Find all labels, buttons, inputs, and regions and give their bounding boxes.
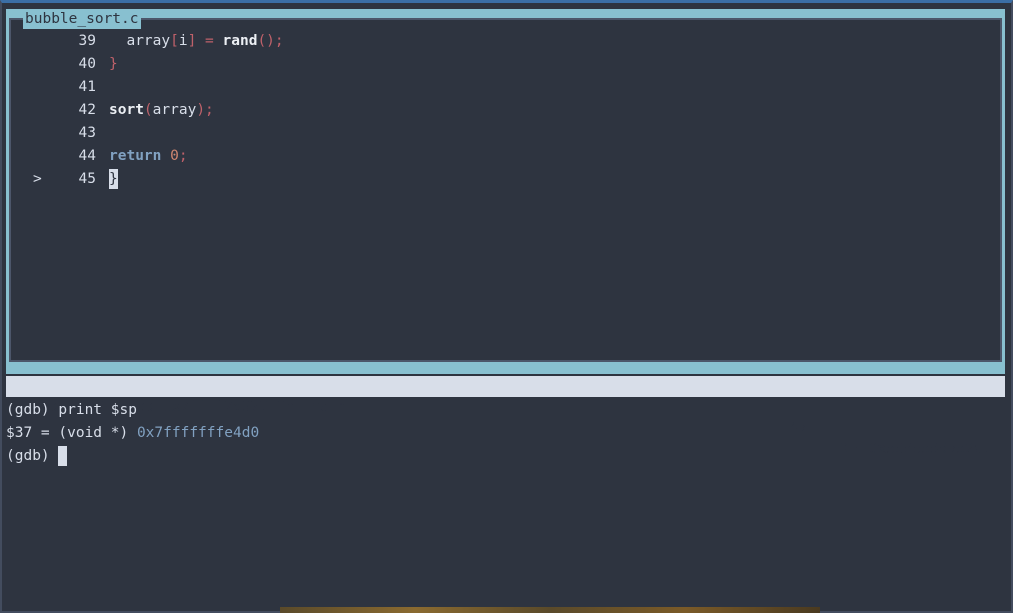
- code-text: array[i] = rand();: [109, 30, 284, 53]
- console-result-text: $37 = (void *): [6, 425, 137, 441]
- code-token: i: [178, 33, 188, 49]
- text-cursor: }: [109, 169, 118, 189]
- line-number: 40: [78, 56, 96, 72]
- current-line-marker: >: [33, 171, 42, 187]
- code-token: rand: [222, 33, 258, 49]
- code-token: [: [170, 33, 179, 49]
- code-token: return: [109, 148, 162, 164]
- line-number: 45: [78, 171, 96, 187]
- source-window-title: bubble_sort.c: [23, 9, 141, 29]
- code-text: sort(array);: [109, 99, 214, 122]
- code-text: return 0;: [109, 145, 188, 168]
- status-program-counter: PC: 0x5555555552a1: [834, 441, 992, 457]
- line-number: 43: [78, 125, 96, 141]
- console-output-line: $37 = (void *) 0x7fffffffe4d0: [6, 422, 259, 445]
- gdb-prompt: (gdb): [6, 448, 59, 464]
- desktop-background-strip: [280, 607, 820, 613]
- line-number: 44: [78, 148, 96, 164]
- code-token: array: [152, 102, 197, 118]
- console-output-line: (gdb) print $sp: [6, 402, 137, 418]
- code-token: (: [143, 102, 153, 118]
- line-number: 41: [78, 79, 96, 95]
- code-token: }: [109, 56, 118, 72]
- terminal-cursor[interactable]: [58, 446, 68, 466]
- source-code-view[interactable]: 39 array[i] = rand(); 40} 41 42 sort(array);…: [14, 30, 997, 352]
- code-text: }: [109, 168, 118, 191]
- line-number: 42: [78, 102, 96, 118]
- code-text: }: [109, 53, 118, 76]
- code-token: array: [126, 33, 171, 49]
- code-token: ;: [178, 148, 188, 164]
- status-bar: record-ful Thread 0x7ffff7d977 In: main …: [6, 376, 1005, 457]
- code-token: );: [196, 102, 214, 118]
- code-token: =: [196, 33, 223, 49]
- code-token: ();: [257, 33, 284, 49]
- code-token: 0: [170, 148, 179, 164]
- status-line-number: L45: [780, 420, 807, 436]
- console-prompt-line[interactable]: (gdb): [6, 445, 68, 468]
- code-token: sort: [109, 102, 144, 118]
- line-number: 39: [78, 33, 96, 49]
- console-result-address: 0x7fffffffe4d0: [136, 425, 260, 441]
